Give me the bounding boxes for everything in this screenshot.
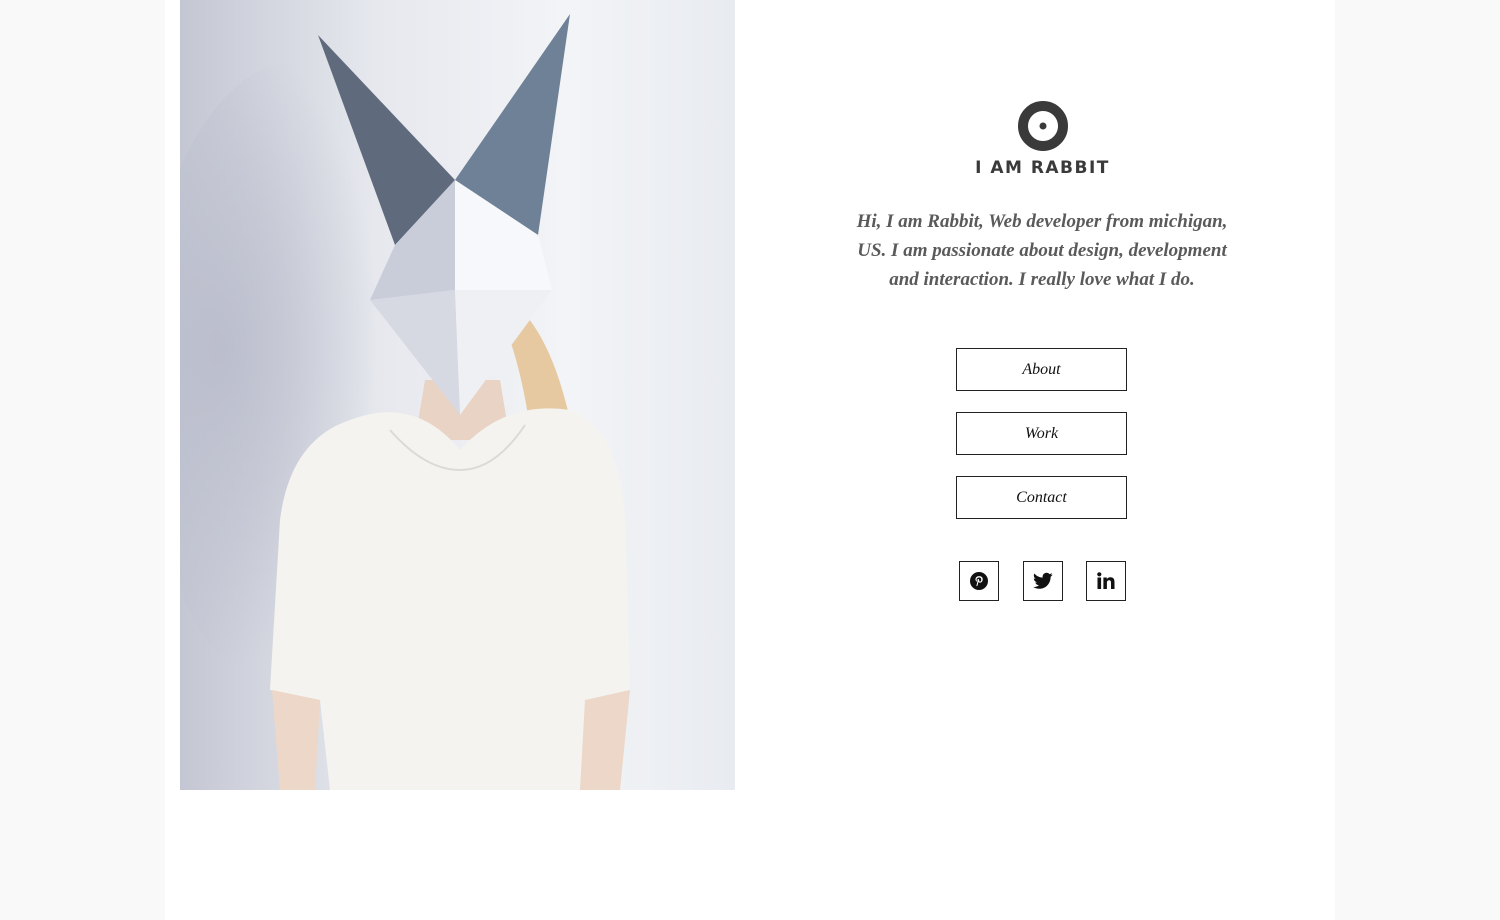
linkedin-icon [1097,572,1115,589]
contact-button[interactable]: Contact [956,476,1127,519]
intro-text: Hi, I am Rabbit, Web developer from mich… [856,211,1228,290]
pinterest-icon [970,572,988,590]
hero-photo [180,0,735,790]
intro-panel: I AM RABBIT Hi, I am Rabbit, Web develop… [735,0,1350,790]
about-button[interactable]: About [956,348,1127,391]
target-circle-icon [1018,101,1068,151]
pinterest-button[interactable] [959,561,999,601]
origami-rabbit-mask-illustration [180,0,735,790]
work-button[interactable]: Work [956,412,1127,455]
brand-name: I AM RABBIT [975,158,1110,178]
page-container: I AM RABBIT Hi, I am Rabbit, Web develop… [165,0,1335,920]
twitter-icon [1033,572,1053,589]
twitter-button[interactable] [1023,561,1063,601]
linkedin-button[interactable] [1086,561,1126,601]
